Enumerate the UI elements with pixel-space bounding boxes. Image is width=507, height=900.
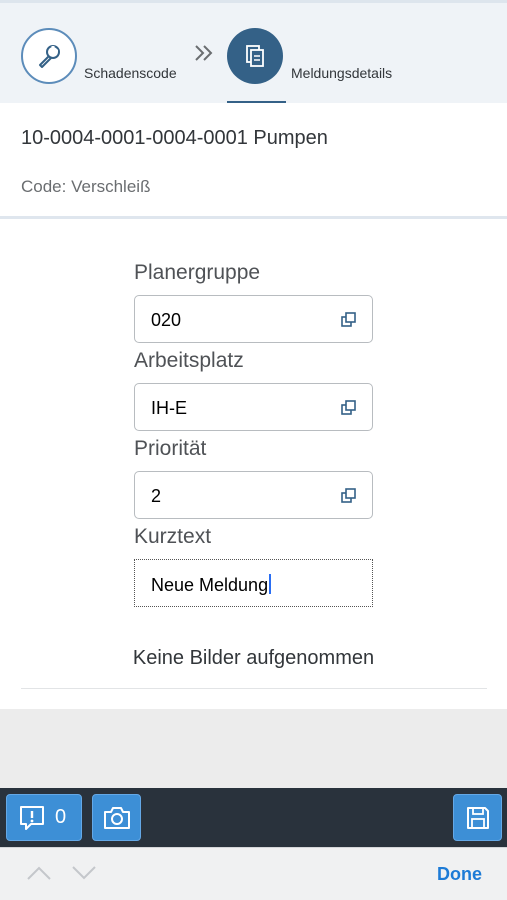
page-background bbox=[0, 709, 507, 788]
arbeitsplatz-value: IH-E bbox=[151, 398, 187, 418]
prioritaet-label: Priorität bbox=[134, 437, 207, 460]
object-subtitle: Code: Verschleiß bbox=[21, 177, 151, 196]
arbeitsplatz-input[interactable]: IH-E bbox=[134, 383, 373, 431]
kurztext-value: Neue Meldung bbox=[151, 575, 269, 595]
messages-count: 0 bbox=[55, 806, 67, 828]
planergruppe-label: Planergruppe bbox=[134, 261, 261, 284]
save-button[interactable] bbox=[453, 794, 502, 841]
arbeitsplatz-label: Arbeitsplatz bbox=[134, 349, 244, 372]
value-help-icon[interactable] bbox=[340, 311, 358, 329]
planergruppe-input[interactable]: 020 bbox=[134, 295, 373, 343]
wizard-step-meldungsdetails[interactable] bbox=[227, 28, 283, 84]
done-button[interactable]: Done bbox=[437, 864, 482, 885]
object-header bbox=[0, 103, 507, 219]
footer-toolbar: 0 bbox=[0, 788, 507, 847]
kurztext-label: Kurztext bbox=[134, 525, 212, 548]
chevron-down-icon[interactable] bbox=[70, 864, 98, 882]
message-alert-icon bbox=[20, 805, 44, 830]
planergruppe-value: 020 bbox=[151, 310, 182, 330]
divider bbox=[21, 688, 487, 689]
camera-button[interactable] bbox=[92, 794, 141, 841]
text-cursor bbox=[269, 574, 272, 594]
save-icon bbox=[466, 806, 489, 829]
keyboard-accessory-bar: Done bbox=[0, 847, 507, 900]
double-chevron-right-icon bbox=[195, 45, 213, 61]
wizard-step-schadenscode[interactable] bbox=[21, 28, 77, 84]
no-images-text: Keine Bilder aufgenommen bbox=[132, 647, 375, 669]
wizard-step-label: Meldungsdetails bbox=[291, 65, 393, 81]
wizard-progress-bar: Schadenscode Meldungsdetails bbox=[0, 0, 507, 104]
object-title: 10-0004-0001-0004-0001 Pumpen bbox=[21, 127, 328, 149]
value-help-icon[interactable] bbox=[340, 399, 358, 417]
wrench-icon bbox=[39, 45, 60, 68]
prioritaet-input[interactable]: 2 bbox=[134, 471, 373, 519]
prioritaet-value: 2 bbox=[151, 486, 162, 506]
messages-button[interactable]: 0 bbox=[6, 794, 82, 841]
camera-icon bbox=[103, 806, 130, 829]
value-help-icon[interactable] bbox=[340, 487, 358, 505]
kurztext-input[interactable]: Neue Meldung bbox=[134, 559, 373, 607]
document-copy-icon bbox=[246, 45, 264, 67]
chevron-up-icon[interactable] bbox=[25, 864, 53, 882]
wizard-step-label: Schadenscode bbox=[84, 65, 177, 81]
